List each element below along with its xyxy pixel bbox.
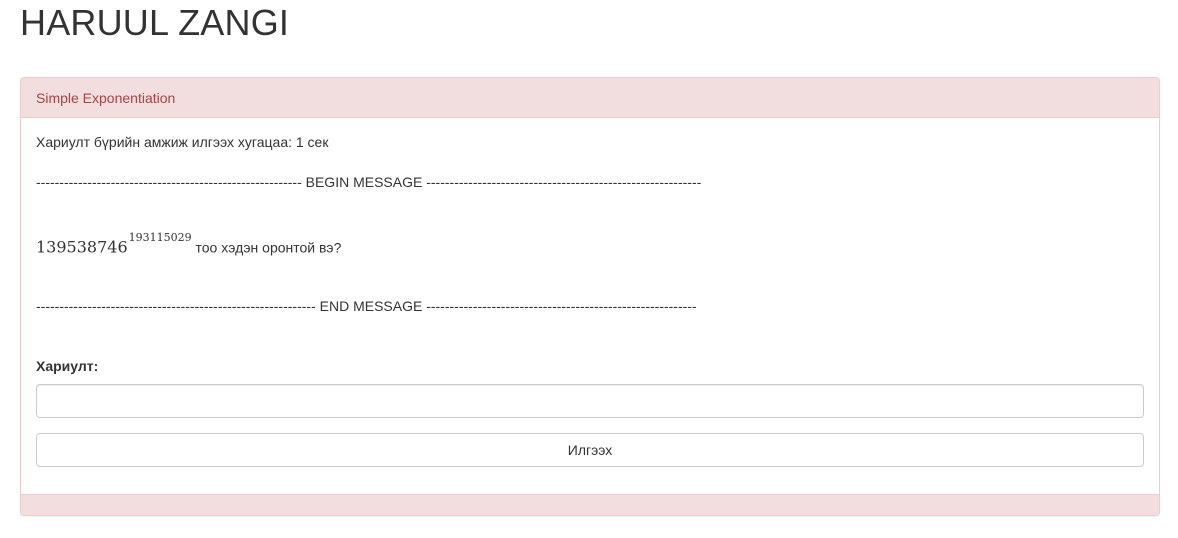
page: HARUUL ZANGI Simple Exponentiation Хариу… xyxy=(0,0,1178,538)
end-message-line: ----------------------------------------… xyxy=(36,298,697,314)
challenge-panel: Simple Exponentiation Хариулт бүрийн амж… xyxy=(20,77,1160,516)
begin-message-line: ----------------------------------------… xyxy=(36,174,702,190)
panel-footer xyxy=(21,494,1159,515)
question: 139538746193115029 тоо хэдэн оронтой вэ? xyxy=(36,231,1144,257)
question-base: 139538746 xyxy=(36,237,128,257)
submit-button[interactable]: Илгээх xyxy=(36,433,1144,467)
site-title: HARUUL ZANGI xyxy=(20,2,290,43)
question-exponent: 193115029 xyxy=(128,231,192,244)
panel-body: Хариулт бүрийн амжиж илгээх хугацаа: 1 с… xyxy=(21,118,1159,467)
timeout-text: Хариулт бүрийн амжиж илгээх хугацаа: 1 с… xyxy=(36,134,329,150)
answer-label: Хариулт: xyxy=(36,358,99,374)
answer-input[interactable] xyxy=(36,384,1144,418)
question-text: тоо хэдэн оронтой вэ? xyxy=(191,239,342,256)
panel-heading: Simple Exponentiation xyxy=(21,78,1159,118)
